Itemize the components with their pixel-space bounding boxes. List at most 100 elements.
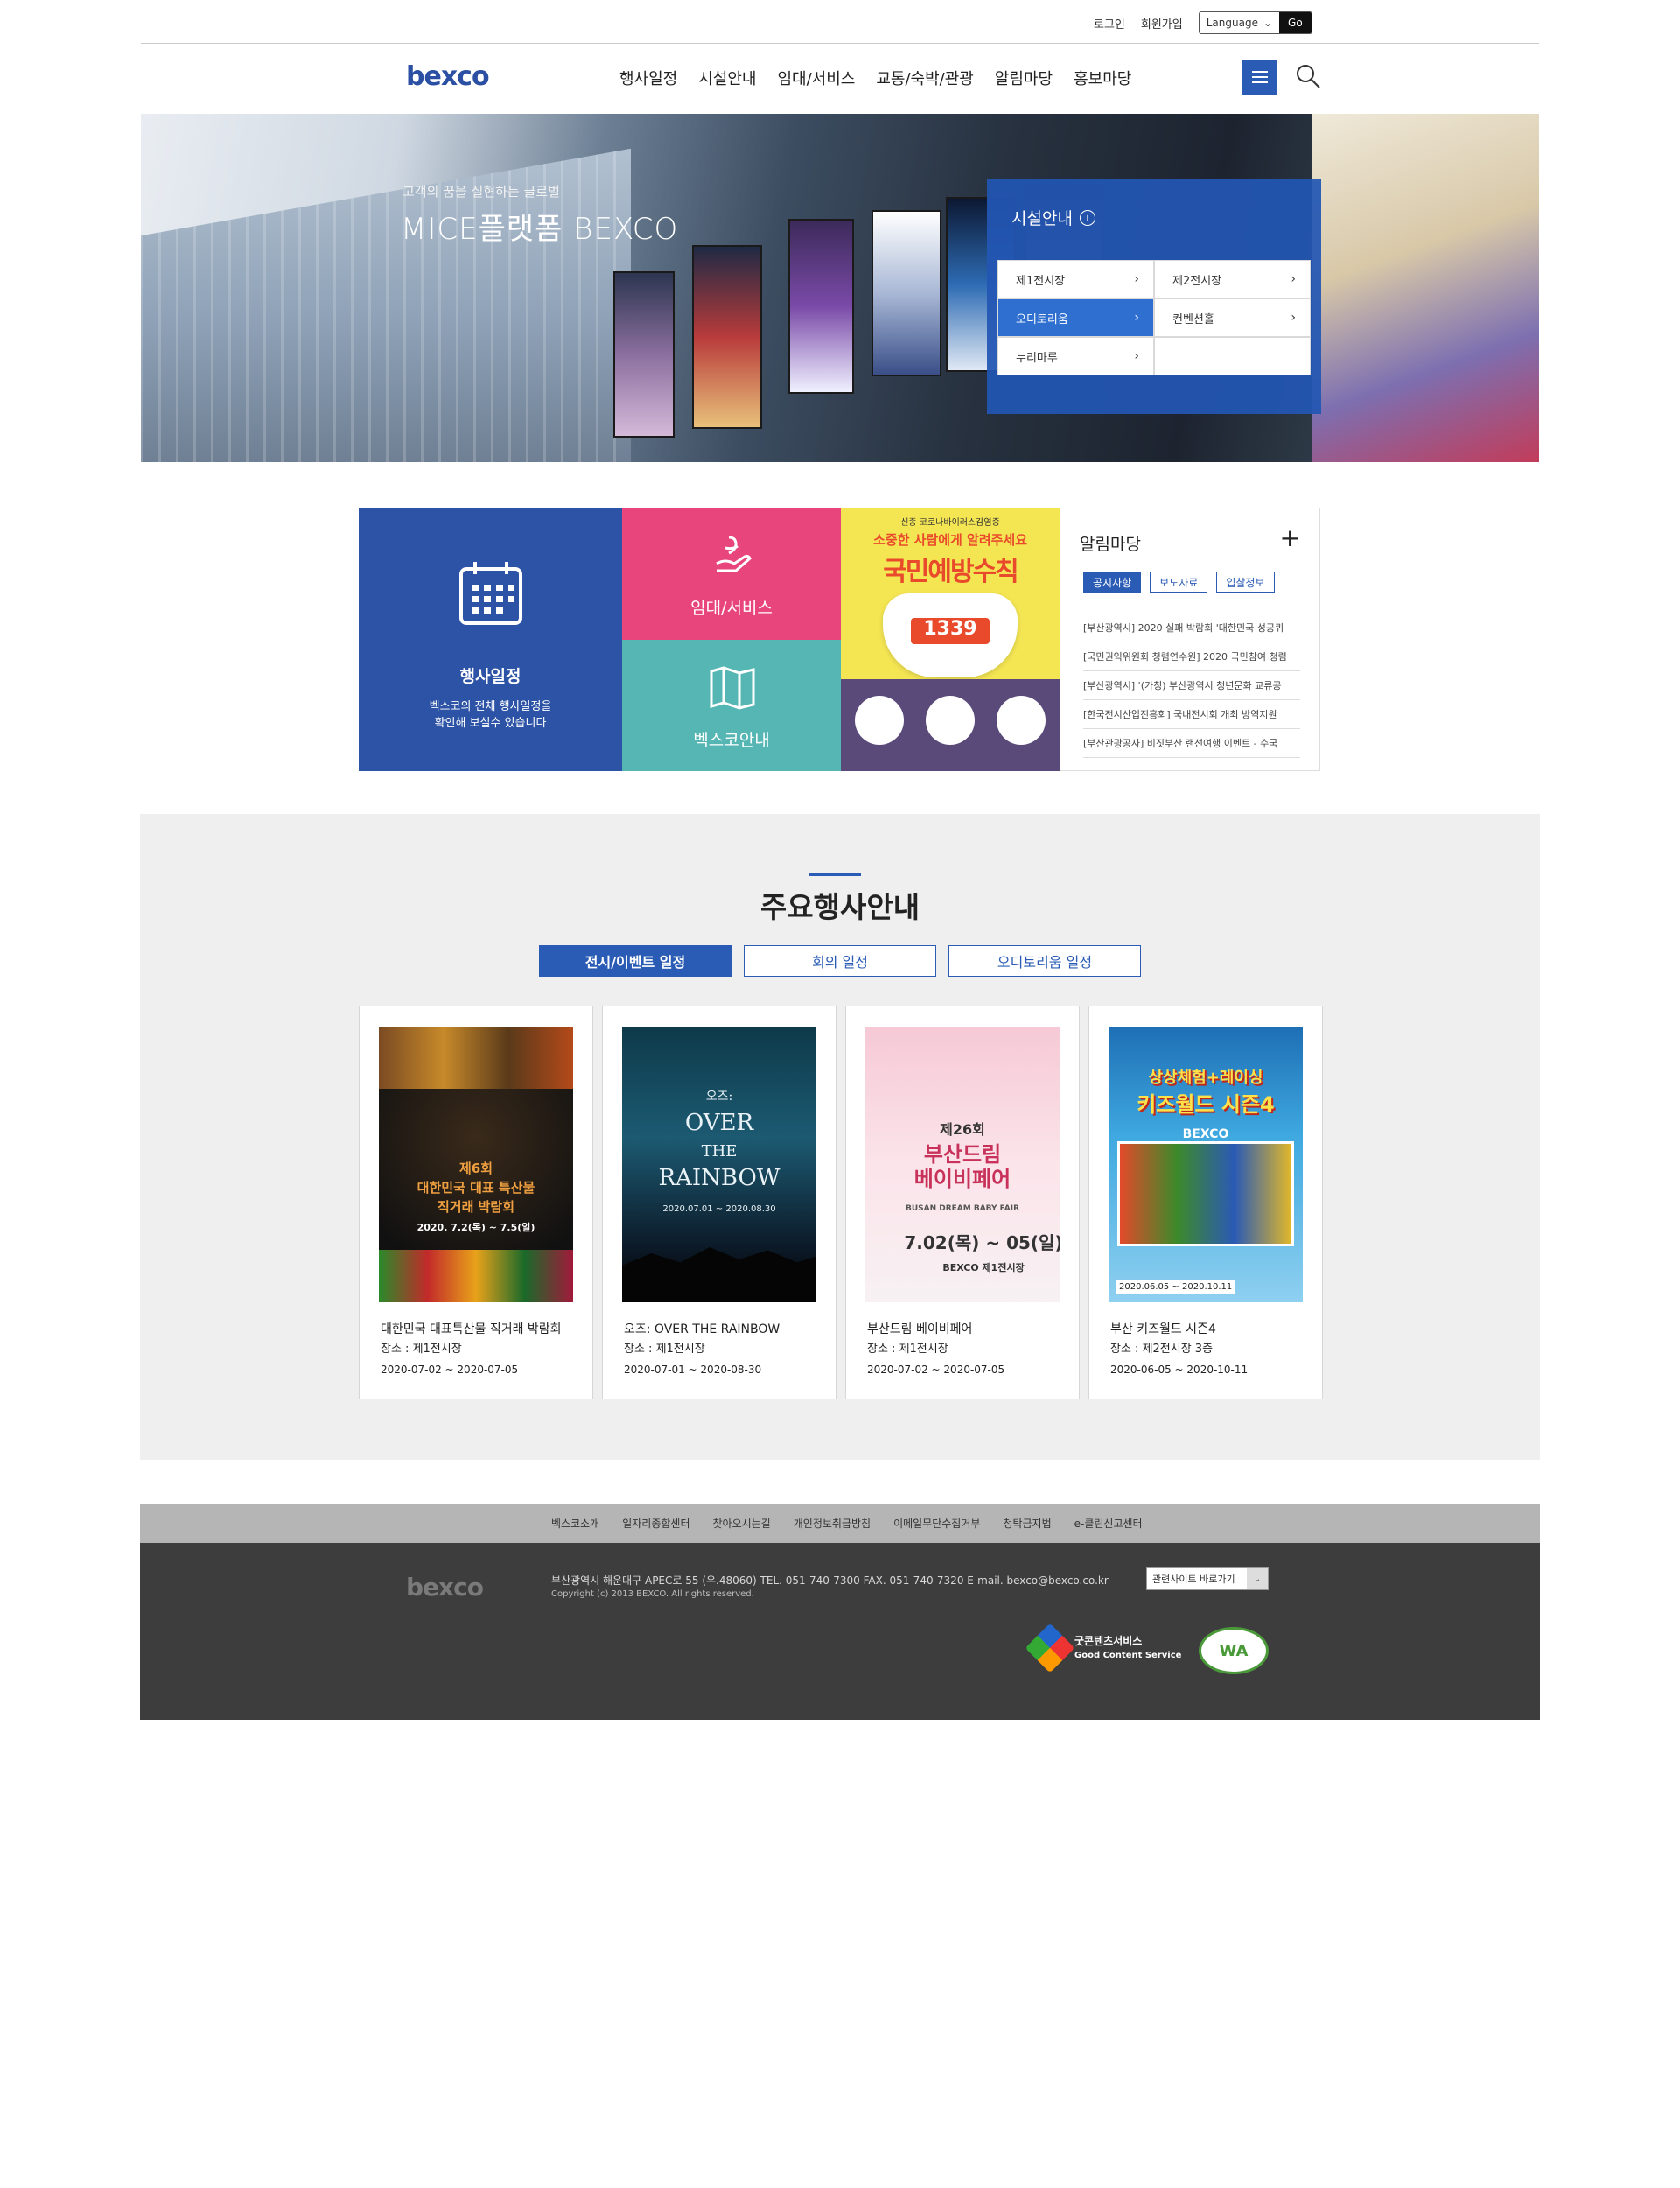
poster-rainbow: RAINBOW — [658, 1165, 780, 1191]
list-item[interactable]: [한국전시산업진흥회] 국내전시회 개최 방역지원 — [1083, 700, 1300, 729]
gcs-cube-icon — [1025, 1623, 1075, 1673]
star-sculpture — [1312, 114, 1539, 462]
event-title: 부산 키즈월드 시즌4 — [1110, 1322, 1216, 1336]
spices-image — [379, 1027, 573, 1089]
footer-link-about[interactable]: 벡스코소개 — [551, 1516, 599, 1531]
facility-item-nurimaru[interactable]: 누리마루 › — [998, 337, 1154, 375]
events-title: 주요행사안내 — [760, 890, 920, 924]
facility-item-hall2[interactable]: 제2전시장 › — [1154, 260, 1311, 298]
building-image — [141, 148, 631, 462]
footer-link-email[interactable]: 이메일무단수집거부 — [893, 1516, 980, 1531]
schedule-desc-line1: 벡스코의 전체 행사일정을 — [429, 700, 552, 713]
nav-item-traffic[interactable]: 교통/숙박/관광 — [876, 67, 974, 89]
list-item[interactable]: [국민권익위원회 청렴연수원] 2020 국민참여 청렴 — [1083, 642, 1300, 671]
poster-oz: 오즈: — [705, 1090, 733, 1104]
poster-the: THE — [701, 1142, 738, 1161]
facility-title-text: 시설안내 — [1012, 209, 1073, 228]
main-nav: 행사일정 시설안내 임대/서비스 교통/숙박/관광 알림마당 홍보마당 — [620, 67, 1131, 89]
notice-title: 알림마당 — [1080, 535, 1141, 554]
schedule-tile-desc: 벡스코의 전체 행사일정을확인해 보실수 있습니다 — [359, 698, 622, 732]
poster-date: 2020. 7.2(목) ~ 7.5(일) — [416, 1222, 536, 1233]
tab-press[interactable]: 보도자료 — [1150, 572, 1208, 593]
facility-item-convention[interactable]: 컨벤션홀 › — [1154, 298, 1311, 337]
footer-link-anticorruption[interactable]: 청탁금지법 — [1003, 1516, 1051, 1531]
poster-date: 7.02(목) ~ 05(일) BEXCO 제1전시장 — [886, 1229, 1060, 1275]
poster-top-text: 신종 코로나바이러스감염증 — [900, 518, 1000, 528]
language-dropdown[interactable]: Language ⌄ — [1200, 12, 1279, 33]
event-poster: 오즈: OVER THE RAINBOW 2020.07.01 ~ 2020.0… — [622, 1027, 816, 1302]
rent-tile[interactable]: 임대/서비스 — [622, 508, 841, 640]
poster-line2: 국민예방수칙 — [883, 557, 1019, 587]
poster-name: 키즈월드 시즌4 — [1137, 1092, 1275, 1117]
tab-exhibition[interactable]: 전시/이벤트 일정 — [539, 945, 732, 977]
language-go-button[interactable]: Go — [1279, 12, 1312, 33]
poster-date: 2020.06.05 ~ 2020.10.11 — [1116, 1280, 1236, 1294]
gcs-label-en: Good Content Service — [1074, 1650, 1182, 1660]
search-icon[interactable] — [1295, 63, 1321, 89]
chevron-right-icon: › — [1134, 311, 1139, 325]
event-card[interactable]: 제26회 부산드림 베이비페어 BUSAN DREAM BABY FAIR 7.… — [845, 1006, 1080, 1399]
tab-notice[interactable]: 공지사항 — [1083, 572, 1142, 593]
related-sites-select[interactable]: 관련사이트 바로가기 ⌄ — [1146, 1567, 1269, 1590]
list-item[interactable]: [부산광역시] '(가칭) 부산광역시 청년문화 교류공 — [1083, 671, 1300, 700]
event-title: 부산드림 베이비페어 — [867, 1322, 973, 1336]
event-title: 오즈: OVER THE RAINBOW — [624, 1322, 780, 1336]
facility-item-label: 제1전시장 — [1016, 274, 1066, 288]
event-card[interactable]: 오즈: OVER THE RAINBOW 2020.07.01 ~ 2020.0… — [602, 1006, 836, 1399]
gcs-label: 굿콘텐츠서비스 Good Content Service — [1074, 1635, 1181, 1662]
event-card[interactable]: 상상체험+레이싱 키즈월드 시즌4 BEXCO 2020.06.05 ~ 202… — [1088, 1006, 1323, 1399]
nav-item-facility[interactable]: 시설안내 — [698, 67, 756, 89]
language-select[interactable]: Language ⌄ Go — [1198, 11, 1312, 34]
site-logo[interactable]: bexco — [406, 61, 490, 92]
event-card[interactable]: 제6회 대한민국 대표 특산물 직거래 박람회 2020. 7.2(목) ~ 7… — [359, 1006, 593, 1399]
tab-auditorium[interactable]: 오디토리움 일정 — [948, 945, 1141, 977]
nav-item-pr[interactable]: 홍보마당 — [1074, 67, 1131, 89]
footer-links: 벡스코소개 일자리종합센터 찾아오시는길 개인정보취급방침 이메일무단수집거부 … — [551, 1504, 1143, 1543]
notice-box: 알림마당 + 공지사항 보도자료 입찰정보 [부산광역시] 2020 실패 박람… — [1060, 508, 1320, 771]
footer-link-jobs[interactable]: 일자리종합센터 — [622, 1516, 690, 1531]
nav-item-schedule[interactable]: 행사일정 — [620, 67, 677, 89]
footer-address: 부산광역시 해운대구 APEC로 55 (우.48060) TEL. 051-7… — [551, 1574, 1109, 1587]
footer-link-directions[interactable]: 찾아오시는길 — [712, 1516, 770, 1531]
poster-bottom — [841, 679, 1060, 771]
poster-over: OVER — [684, 1110, 754, 1136]
plus-icon[interactable]: + — [1280, 526, 1300, 551]
facility-item-hall1[interactable]: 제1전시장 › — [998, 260, 1154, 298]
schedule-tile[interactable]: 행사일정 벡스코의 전체 행사일정을 확인해 보실수 있습니다 — [359, 508, 622, 771]
nav-item-notice[interactable]: 알림마당 — [995, 67, 1053, 89]
illustration — [997, 696, 1046, 745]
menu-button[interactable] — [1242, 60, 1278, 95]
list-item[interactable]: [부산광역시] 2020 실패 박람회 '대한민국 성공퀴 — [1083, 614, 1300, 642]
hero-title: MICE플랫폼 BEXCO — [401, 212, 679, 247]
guide-tile[interactable]: 벡스코안내 — [622, 640, 841, 771]
event-place: 장소 : 제1전시장 — [867, 1343, 948, 1356]
poster-text: 상상체험+레이싱 키즈월드 시즌4 BEXCO — [1109, 1062, 1303, 1147]
schedule-desc-line2: 확인해 보실수 있습니다 — [434, 717, 547, 730]
poster-line1: 소중한 사람에게 알려주세요 — [872, 532, 1028, 548]
facility-title[interactable]: 시설안내 i — [1012, 206, 1096, 229]
tab-bid[interactable]: 입찰정보 — [1216, 572, 1275, 593]
facility-item-empty — [1154, 337, 1311, 375]
list-item[interactable]: [부산관광공사] 비짓부산 랜선여행 이벤트 - 수국 — [1083, 729, 1300, 758]
login-link[interactable]: 로그인 — [1094, 15, 1125, 32]
utility-bar: 로그인 회원가입 Language ⌄ Go — [1094, 11, 1312, 35]
poster-date-text: 7.02(목) ~ 05(일) — [904, 1232, 1060, 1253]
covid-poster[interactable]: 신종 코로나바이러스감염증 소중한 사람에게 알려주세요 국민예방수칙 1339 — [841, 508, 1060, 771]
gcs-label-ko: 굿콘텐츠서비스 — [1074, 1634, 1143, 1647]
poster-edition: 제6회 — [458, 1161, 494, 1176]
event-place: 장소 : 제2전시장 3층 — [1110, 1343, 1214, 1356]
nav-item-rent[interactable]: 임대/서비스 — [778, 67, 856, 89]
tab-conference[interactable]: 회의 일정 — [744, 945, 936, 977]
facility-item-auditorium[interactable]: 오디토리움 › — [998, 298, 1154, 337]
related-sites-label: 관련사이트 바로가기 — [1152, 1574, 1236, 1585]
poster-text: 제6회 대한민국 대표 특산물 직거래 박람회 2020. 7.2(목) ~ 7… — [379, 1159, 573, 1238]
poster-edition: 제26회 — [940, 1121, 985, 1138]
poster-text: 제26회 부산드림 베이비페어 BUSAN DREAM BABY FAIR — [865, 1115, 1060, 1221]
hero-subtitle: 고객의 꿈을 실현하는 글로벌 — [402, 184, 560, 200]
footer-link-privacy[interactable]: 개인정보취급방침 — [794, 1516, 871, 1531]
poster-name-line1: 대한민국 대표 특산물 — [416, 1180, 536, 1196]
guide-tile-title: 벡스코안내 — [693, 731, 770, 750]
footer-link-eclean[interactable]: e-클린신고센터 — [1074, 1516, 1143, 1531]
hanging-banner — [692, 245, 762, 429]
signup-link[interactable]: 회원가입 — [1141, 15, 1183, 32]
